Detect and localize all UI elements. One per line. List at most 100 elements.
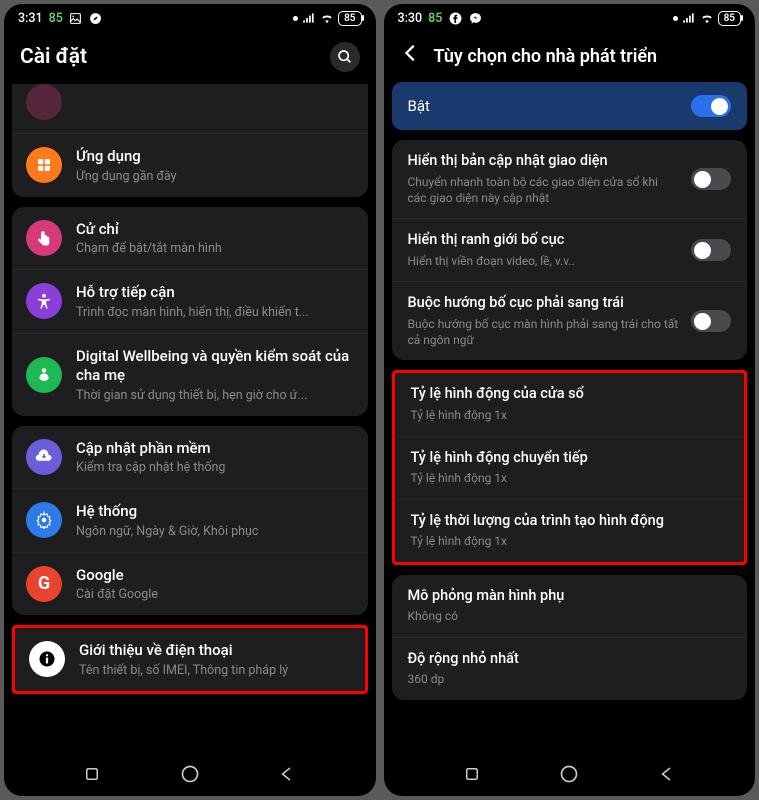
row-title: Cập nhật phần mềm (76, 439, 354, 459)
row-sub: Không có (408, 608, 732, 624)
row-sub: Tỷ lệ hình động 1x (411, 470, 729, 486)
status-time: 3:31 (18, 11, 43, 26)
settings-row-system[interactable]: Hệ thống Ngôn ngữ, Ngày & Giờ, Khôi phục (12, 488, 368, 552)
row-sub: Buộc hướng bố cục màn hình phải sang trá… (408, 316, 680, 348)
phone-developer-options: 3:30 85 85 Tùy chọn cho nhà phát triển B… (384, 4, 756, 796)
row-title: Tỷ lệ hình động chuyển tiếp (411, 449, 729, 468)
dev-row-surface-updates[interactable]: Hiển thị bản cập nhật giao diện Chuyển n… (392, 140, 748, 218)
settings-row-apps[interactable]: Ứng dụng Ứng dụng gần đây (12, 133, 368, 197)
row-sub: Tỷ lệ hình động 1x (411, 407, 729, 423)
dev-options-list[interactable]: Hiển thị bản cập nhật giao diện Chuyển n… (384, 140, 756, 756)
row-sub: Ngôn ngữ, Ngày & Giờ, Khôi phục (76, 524, 354, 539)
google-icon: G (26, 566, 62, 602)
row-sub: Hiển thị viền đoạn video, lề, v.v.. (408, 253, 680, 269)
nav-bar (384, 756, 756, 796)
page-title: Cài đặt (20, 45, 318, 69)
page-title: Tùy chọn cho nhà phát triển (434, 46, 740, 67)
row-sub: Tên thiết bị, số IMEI, Thông tin pháp lý (79, 663, 351, 678)
back-button[interactable] (400, 42, 422, 70)
settings-row-about-phone[interactable]: Giới thiệu về điện thoại Tên thiết bị, s… (15, 628, 365, 691)
header: Cài đặt (4, 32, 376, 84)
status-num: 85 (49, 11, 63, 26)
search-button[interactable] (330, 42, 360, 72)
row-title: Hệ thống (76, 502, 354, 522)
phone-settings: 3:31 85 85 Cài đặt (4, 4, 376, 796)
dev-row-window-anim[interactable]: Tỷ lệ hình động của cửa sổ Tỷ lệ hình độ… (395, 373, 745, 435)
wifi-icon (320, 11, 334, 25)
toggle[interactable] (691, 239, 731, 261)
dot-icon (293, 16, 298, 21)
update-icon (26, 439, 62, 475)
row-title: Hỗ trợ tiếp cận (76, 283, 354, 303)
settings-row-accessibility[interactable]: Hỗ trợ tiếp cận Trình đọc màn hình, hiển… (12, 269, 368, 333)
system-icon (26, 502, 62, 538)
row-sub: Kiểm tra cập nhật hệ thống (76, 460, 354, 475)
dev-row-secondary-display[interactable]: Mô phỏng màn hình phụ Không có (392, 575, 748, 637)
settings-row-update[interactable]: Cập nhật phần mềm Kiểm tra cập nhật hệ t… (12, 426, 368, 489)
facebook-icon (448, 11, 462, 25)
row-title: Độ rộng nhỏ nhất (408, 650, 732, 669)
settings-row-google[interactable]: G Google Cài đặt Google (12, 552, 368, 616)
row-title: Tỷ lệ hình động của cửa sổ (411, 385, 729, 404)
info-icon (29, 641, 65, 677)
row-title: Hiển thị bản cập nhật giao diện (408, 152, 680, 171)
settings-row[interactable] (12, 84, 368, 133)
settings-list[interactable]: Ứng dụng Ứng dụng gần đây Cử chỉ Chạm để… (4, 84, 376, 756)
wifi-icon (700, 11, 714, 25)
row-sub: Cài đặt Google (76, 587, 354, 602)
row-title: Ứng dụng (76, 147, 354, 167)
messenger-icon (468, 11, 482, 25)
enable-label: Bật (408, 97, 430, 115)
status-bar: 3:30 85 85 (384, 4, 756, 32)
apps-icon (26, 147, 62, 183)
nav-bar (4, 756, 376, 796)
row-title: Buộc hướng bố cục phải sang trái (408, 294, 680, 313)
settings-row-wellbeing[interactable]: Digital Wellbeing và quyền kiểm soát của… (12, 333, 368, 416)
image-icon (69, 11, 83, 25)
battery-icon: 85 (718, 11, 741, 26)
battery-icon: 85 (338, 11, 361, 26)
nav-recent[interactable] (463, 765, 481, 787)
status-num: 85 (428, 11, 442, 26)
toggle[interactable] (691, 168, 731, 190)
row-sub: Tỷ lệ hình động 1x (411, 533, 729, 549)
row-sub: Chạm để bật/tắt màn hình (76, 241, 354, 256)
dot-icon (673, 16, 678, 21)
nav-home[interactable] (559, 764, 579, 788)
settings-row-gestures[interactable]: Cử chỉ Chạm để bật/tắt màn hình (12, 207, 368, 270)
dev-row-smallest-width[interactable]: Độ rộng nhỏ nhất 360 dp (392, 637, 748, 700)
dev-row-transition-anim[interactable]: Tỷ lệ hình động chuyển tiếp Tỷ lệ hình đ… (395, 436, 745, 499)
row-title: Tỷ lệ thời lượng của trình tạo hình động (411, 512, 729, 531)
nav-back[interactable] (658, 765, 676, 787)
row-sub: Thời gian sử dụng thiết bị, hẹn giờ cho … (76, 388, 354, 403)
row-sub: 360 dp (408, 671, 732, 687)
search-icon (337, 49, 353, 65)
accessibility-icon (26, 283, 62, 319)
row-title: Mô phỏng màn hình phụ (408, 587, 732, 606)
wellbeing-icon (26, 357, 62, 393)
nav-back[interactable] (278, 765, 296, 787)
toggle[interactable] (691, 310, 731, 332)
dev-row-rtl[interactable]: Buộc hướng bố cục phải sang trái Buộc hư… (392, 281, 748, 360)
nav-home[interactable] (180, 764, 200, 788)
dev-row-layout-bounds[interactable]: Hiển thị ranh giới bố cục Hiển thị viền … (392, 218, 748, 281)
row-title: Digital Wellbeing và quyền kiểm soát của… (76, 347, 354, 386)
gesture-icon (26, 220, 62, 256)
status-bar: 3:31 85 85 (4, 4, 376, 32)
row-sub: Chuyển nhanh toàn bộ các giao diện cửa s… (408, 174, 680, 206)
signal-icon (302, 11, 316, 25)
dev-row-animator-duration[interactable]: Tỷ lệ thời lượng của trình tạo hình động… (395, 499, 745, 562)
row-title: Google (76, 566, 354, 586)
location-icon (89, 11, 103, 25)
row-title: Hiển thị ranh giới bố cục (408, 231, 680, 250)
status-time: 3:30 (398, 11, 423, 26)
row-sub: Ứng dụng gần đây (76, 169, 354, 184)
nav-recent[interactable] (83, 765, 101, 787)
enable-toggle[interactable] (691, 95, 731, 117)
dev-enable-bar[interactable]: Bật (392, 82, 748, 130)
signal-icon (682, 11, 696, 25)
header: Tùy chọn cho nhà phát triển (384, 32, 756, 82)
row-title: Giới thiệu về điện thoại (79, 641, 351, 661)
row-sub: Trình đọc màn hình, hiển thị, điều khiển… (76, 305, 354, 320)
row-title: Cử chỉ (76, 220, 354, 240)
